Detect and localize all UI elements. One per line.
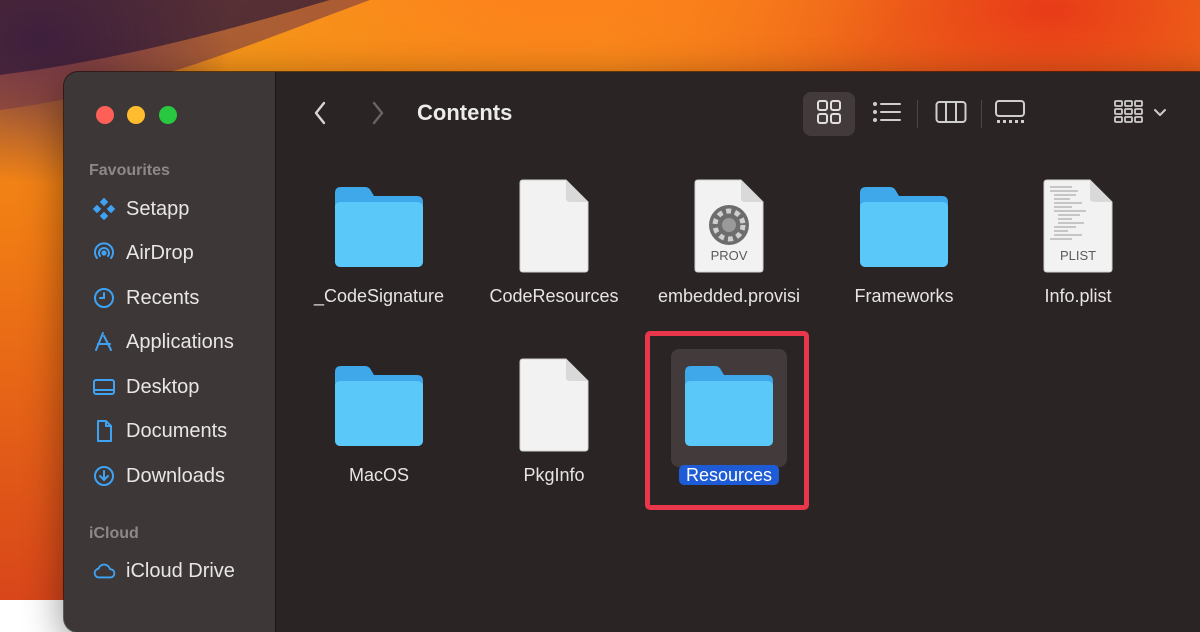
sidebar-item-applications[interactable]: Applications <box>92 325 234 359</box>
sidebar-item-label: Recents <box>126 286 200 309</box>
folder-icon <box>844 176 964 276</box>
file-item-info-plist[interactable]: PLIST Info.plist <box>998 176 1158 308</box>
sidebar-item-label: Applications <box>126 330 234 353</box>
sidebar-item-label: iCloud Drive <box>126 559 235 582</box>
list-icon <box>872 100 902 129</box>
sidebar-item-airdrop[interactable]: AirDrop <box>92 236 194 270</box>
sidebar-section-favourites: Favourites <box>89 162 170 179</box>
sidebar: Favourites Setapp AirDrop Recents Applic… <box>64 72 276 632</box>
file-name: Info.plist <box>1044 286 1112 306</box>
download-icon <box>92 464 116 488</box>
file-name: PkgInfo <box>523 465 585 485</box>
setapp-icon <box>92 197 116 221</box>
document-file-icon <box>494 176 614 276</box>
file-name: Frameworks <box>854 286 954 306</box>
minimize-button[interactable] <box>127 106 145 124</box>
sidebar-item-downloads[interactable]: Downloads <box>92 459 225 493</box>
columns-icon <box>935 100 967 129</box>
sidebar-item-recents[interactable]: Recents <box>92 281 199 315</box>
file-item-pkginfo[interactable]: PkgInfo <box>474 355 634 487</box>
sidebar-item-label: Desktop <box>126 375 200 398</box>
sidebar-item-desktop[interactable]: Desktop <box>92 370 199 404</box>
sidebar-item-label: Setapp <box>126 197 190 220</box>
applications-icon <box>92 330 116 354</box>
sidebar-item-documents[interactable]: Documents <box>92 414 227 448</box>
grid-icon <box>816 99 842 130</box>
annotation-highlight-box <box>645 331 809 510</box>
finder-window: Favourites Setapp AirDrop Recents Applic… <box>64 72 1200 632</box>
file-item-codesignature[interactable]: _CodeSignature <box>299 176 459 308</box>
file-badge: PROV <box>710 248 748 263</box>
close-button[interactable] <box>96 106 114 124</box>
plist-file-icon: PLIST <box>1018 176 1138 276</box>
chevron-left-icon <box>312 100 328 131</box>
airdrop-icon <box>92 241 116 265</box>
file-name: embedded.provisi onprofile <box>657 286 801 306</box>
gallery-icon <box>994 99 1026 130</box>
file-badge: PLIST <box>1059 248 1097 263</box>
zoom-button[interactable] <box>159 106 177 124</box>
folder-icon <box>319 355 439 455</box>
chevron-down-icon <box>1153 105 1167 123</box>
file-item-frameworks[interactable]: Frameworks <box>824 176 984 308</box>
folder-icon <box>319 176 439 276</box>
group-by-button[interactable] <box>1108 92 1172 136</box>
sidebar-item-label: AirDrop <box>126 241 194 264</box>
group-by-icon <box>1113 99 1145 130</box>
back-button[interactable] <box>306 100 334 130</box>
clock-icon <box>92 286 116 310</box>
desktop-icon <box>92 375 116 399</box>
file-name: CodeResources <box>489 286 619 306</box>
provisioning-profile-icon: PROV <box>669 176 789 276</box>
sidebar-item-label: Downloads <box>126 464 225 487</box>
toolbar-divider <box>917 100 918 128</box>
file-item-embedded-provisionprofile[interactable]: PROV embedded.provisi onprofile <box>649 176 809 308</box>
file-item-macos[interactable]: MacOS <box>299 355 459 487</box>
window-title: Contents <box>417 100 513 125</box>
document-file-icon <box>494 355 614 455</box>
column-view-button[interactable] <box>926 92 976 136</box>
sidebar-item-setapp[interactable]: Setapp <box>92 192 189 226</box>
icon-view-button[interactable] <box>803 92 855 136</box>
forward-button[interactable] <box>364 100 392 130</box>
chevron-right-icon <box>370 100 386 131</box>
sidebar-section-icloud: iCloud <box>89 525 139 542</box>
toolbar-divider <box>981 100 982 128</box>
file-name: _CodeSignature <box>313 286 445 306</box>
document-icon <box>92 419 116 443</box>
sidebar-item-icloud-drive[interactable]: iCloud Drive <box>92 554 235 588</box>
gallery-view-button[interactable] <box>985 92 1035 136</box>
cloud-icon <box>92 559 116 583</box>
sidebar-item-label: Documents <box>126 419 228 442</box>
list-view-button[interactable] <box>862 92 912 136</box>
file-name: MacOS <box>348 465 409 485</box>
file-item-coderesources[interactable]: CodeResources <box>474 176 634 308</box>
